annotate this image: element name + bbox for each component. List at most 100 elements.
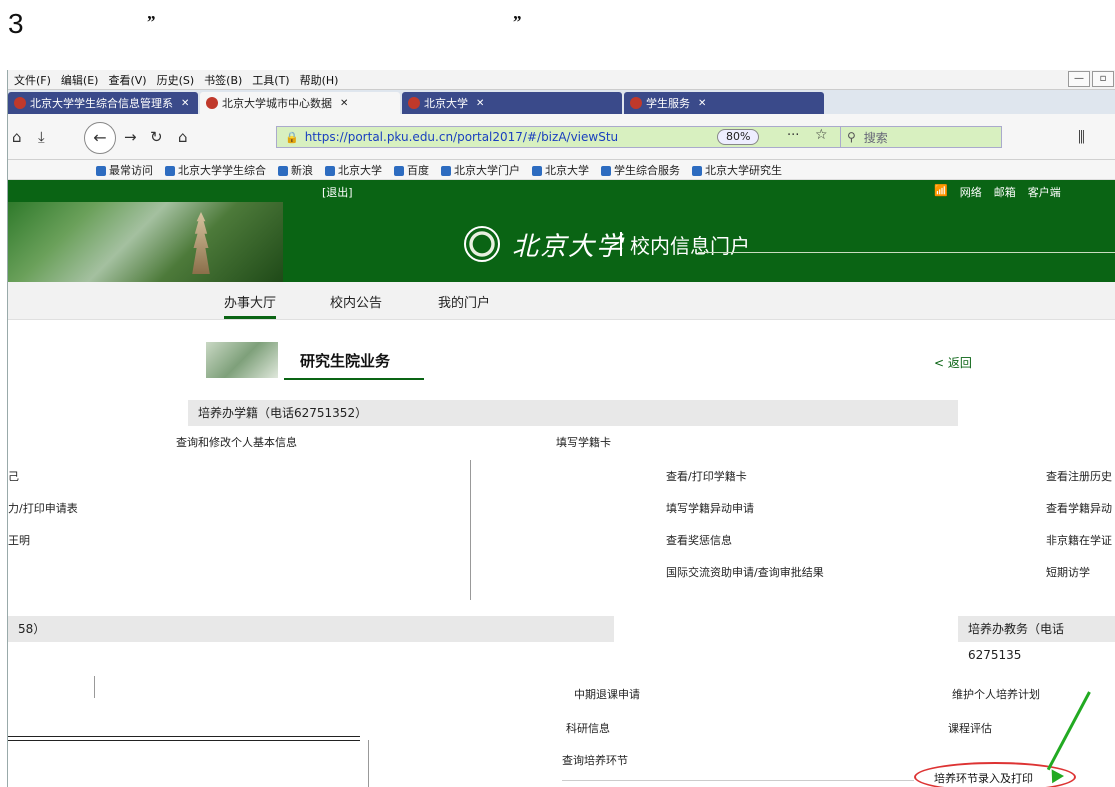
mail-link[interactable]: 邮箱: [994, 184, 1016, 200]
portal-name: 校内信息门户: [630, 234, 750, 258]
link-training-plan[interactable]: 维护个人培养计划: [952, 686, 1040, 702]
link-registration-history[interactable]: 查看注册历史: [1046, 468, 1112, 484]
tab-label: 北京大学: [424, 97, 468, 110]
campus-photo: [8, 202, 283, 282]
window-controls: — ▫: [1068, 71, 1114, 87]
tab-service-hall[interactable]: 办事大厅: [224, 292, 277, 319]
bookmark-item[interactable]: 北京大学: [532, 162, 589, 178]
close-icon[interactable]: ✕: [181, 98, 189, 109]
star-icon[interactable]: ☆: [815, 127, 828, 143]
column-divider: [470, 460, 471, 600]
search-icon: ⚲: [847, 130, 856, 144]
menu-tools[interactable]: 工具(T): [252, 72, 289, 88]
menu-file[interactable]: 文件(F): [14, 72, 51, 88]
column-divider: [368, 740, 369, 787]
portal-top-bar: [退出] 📶 网络 邮箱 客户端: [8, 180, 1115, 202]
link-non-beijing-cert[interactable]: 非京籍在学证: [1046, 532, 1112, 548]
section-underline: [284, 378, 424, 380]
tab-my-portal[interactable]: 我的门户: [438, 292, 490, 311]
bookmark-item[interactable]: 北京大学研究生: [692, 162, 782, 178]
bookmark-item[interactable]: 北京大学: [325, 162, 382, 178]
link-view-status-change[interactable]: 查看学籍异动: [1046, 500, 1112, 516]
maximize-icon[interactable]: ▫: [1092, 71, 1114, 87]
main-content: 研究生院业务 < 返回 培养办学籍（电话62751352） 查询和修改个人基本信…: [8, 320, 1115, 787]
banner-line: [698, 252, 1115, 253]
zoom-badge[interactable]: 80%: [717, 129, 760, 145]
section-title: 研究生院业务: [300, 352, 391, 370]
close-icon[interactable]: ✕: [698, 98, 706, 109]
menu-view[interactable]: 查看(V): [108, 72, 146, 88]
home-small-icon[interactable]: ⌂: [12, 128, 22, 146]
bookmarks-bar: 最常访问 北京大学学生综合 新浪 北京大学 百度 北京大学门户 北京大学 学生综…: [8, 160, 1115, 180]
link-rewards[interactable]: 查看奖惩信息: [666, 532, 732, 548]
url-bar[interactable]: 🔒 https://portal.pku.edu.cn/portal2017/#…: [276, 126, 842, 148]
link-view-print-card[interactable]: 查看/打印学籍卡: [666, 468, 747, 484]
tab-label: 北京大学学生综合信息管理系: [30, 97, 173, 110]
favicon-icon: [630, 97, 642, 109]
pku-logo-icon: [464, 226, 500, 262]
browser-tab[interactable]: 学生服务 ✕: [624, 92, 824, 114]
link-edit-basic-info[interactable]: 查询和修改个人基本信息: [176, 434, 297, 450]
menu-bookmarks[interactable]: 书签(B): [204, 72, 242, 88]
menu-edit[interactable]: 编辑(E): [61, 72, 99, 88]
navigation-toolbar: ⌂ ⤓ ← → ↻ ⌂ 🔒 https://portal.pku.edu.cn/…: [8, 114, 1115, 160]
link-query-training[interactable]: 查询培养环节: [562, 752, 628, 768]
library-icon[interactable]: ⫼: [1078, 128, 1085, 146]
group-header-jiaowu-left: 58）: [8, 616, 614, 642]
tab-label: 北京大学城市中心数据: [222, 97, 332, 110]
browser-tab[interactable]: 北京大学 ✕: [402, 92, 622, 114]
logout-link[interactable]: [退出]: [322, 184, 353, 200]
tab-bar: 北京大学学生综合信息管理系 ✕ 北京大学城市中心数据 ✕ 北京大学 ✕ 学生服务…: [8, 90, 1115, 114]
url-text: https://portal.pku.edu.cn/portal2017/#/b…: [304, 130, 619, 144]
close-icon[interactable]: ✕: [340, 98, 348, 109]
divider-line: [8, 736, 360, 737]
link-intl-funding[interactable]: 国际交流资助申请/查询审批结果: [666, 564, 824, 580]
bookmark-item[interactable]: 北京大学学生综合: [165, 162, 266, 178]
group-header-xueji: 培养办学籍（电话62751352）: [188, 400, 958, 426]
browser-window: 文件(F) 编辑(E) 查看(V) 历史(S) 书签(B) 工具(T) 帮助(H…: [7, 70, 1115, 787]
bookmark-item[interactable]: 新浪: [278, 162, 313, 178]
back-link[interactable]: < 返回: [934, 354, 972, 371]
link-short-visit[interactable]: 短期访学: [1046, 564, 1090, 580]
favicon-icon: [206, 97, 218, 109]
download-icon[interactable]: ⤓: [38, 128, 45, 146]
back-icon[interactable]: ←: [84, 122, 116, 154]
column-divider: [94, 676, 95, 698]
forward-icon[interactable]: →: [124, 128, 137, 146]
search-input[interactable]: ⚲ 搜索: [840, 126, 1002, 148]
link-course-eval[interactable]: 课程评估: [948, 720, 992, 736]
bookmark-item[interactable]: 最常访问: [96, 162, 153, 178]
browser-tab[interactable]: 北京大学学生综合信息管理系 ✕: [8, 92, 198, 114]
step-number: 3: [8, 8, 24, 39]
close-icon[interactable]: ✕: [476, 98, 484, 109]
search-placeholder: 搜索: [863, 130, 888, 145]
home-icon[interactable]: ⌂: [178, 128, 188, 146]
brand-divider: [620, 232, 622, 256]
link-certificate[interactable]: 王明: [8, 532, 30, 548]
minimize-icon[interactable]: —: [1068, 71, 1090, 87]
menu-help[interactable]: 帮助(H): [300, 72, 339, 88]
tab-announcements[interactable]: 校内公告: [330, 292, 382, 311]
link-fill-xueji-card[interactable]: 填写学籍卡: [556, 434, 611, 450]
bookmark-item[interactable]: 学生综合服务: [601, 162, 680, 178]
network-link[interactable]: 网络: [960, 184, 982, 200]
link-status-change[interactable]: 填写学籍异动申请: [666, 500, 754, 516]
document-header: 3 ” ”: [0, 0, 1115, 68]
tab-label: 学生服务: [646, 97, 690, 110]
bookmark-item[interactable]: 百度: [394, 162, 429, 178]
link-print-application[interactable]: 力/打印申请表: [8, 500, 78, 516]
quote-close: ”: [512, 12, 521, 32]
portal-nav: 办事大厅 校内公告 我的门户: [8, 282, 1115, 320]
client-link[interactable]: 客户端: [1028, 184, 1061, 200]
menu-history[interactable]: 历史(S): [157, 72, 195, 88]
browser-tab-active[interactable]: 北京大学城市中心数据 ✕: [200, 92, 400, 114]
reload-icon[interactable]: ↻: [150, 128, 163, 146]
link-research-info[interactable]: 科研信息: [566, 720, 610, 736]
favicon-icon: [14, 97, 26, 109]
link-midterm-drop[interactable]: 中期退课申请: [574, 686, 640, 702]
brand-name: 北京大学: [512, 232, 625, 262]
signal-icon: 📶: [934, 184, 948, 197]
link-partial[interactable]: 己: [8, 468, 19, 484]
more-icon[interactable]: ···: [787, 128, 799, 143]
bookmark-item[interactable]: 北京大学门户: [441, 162, 520, 178]
